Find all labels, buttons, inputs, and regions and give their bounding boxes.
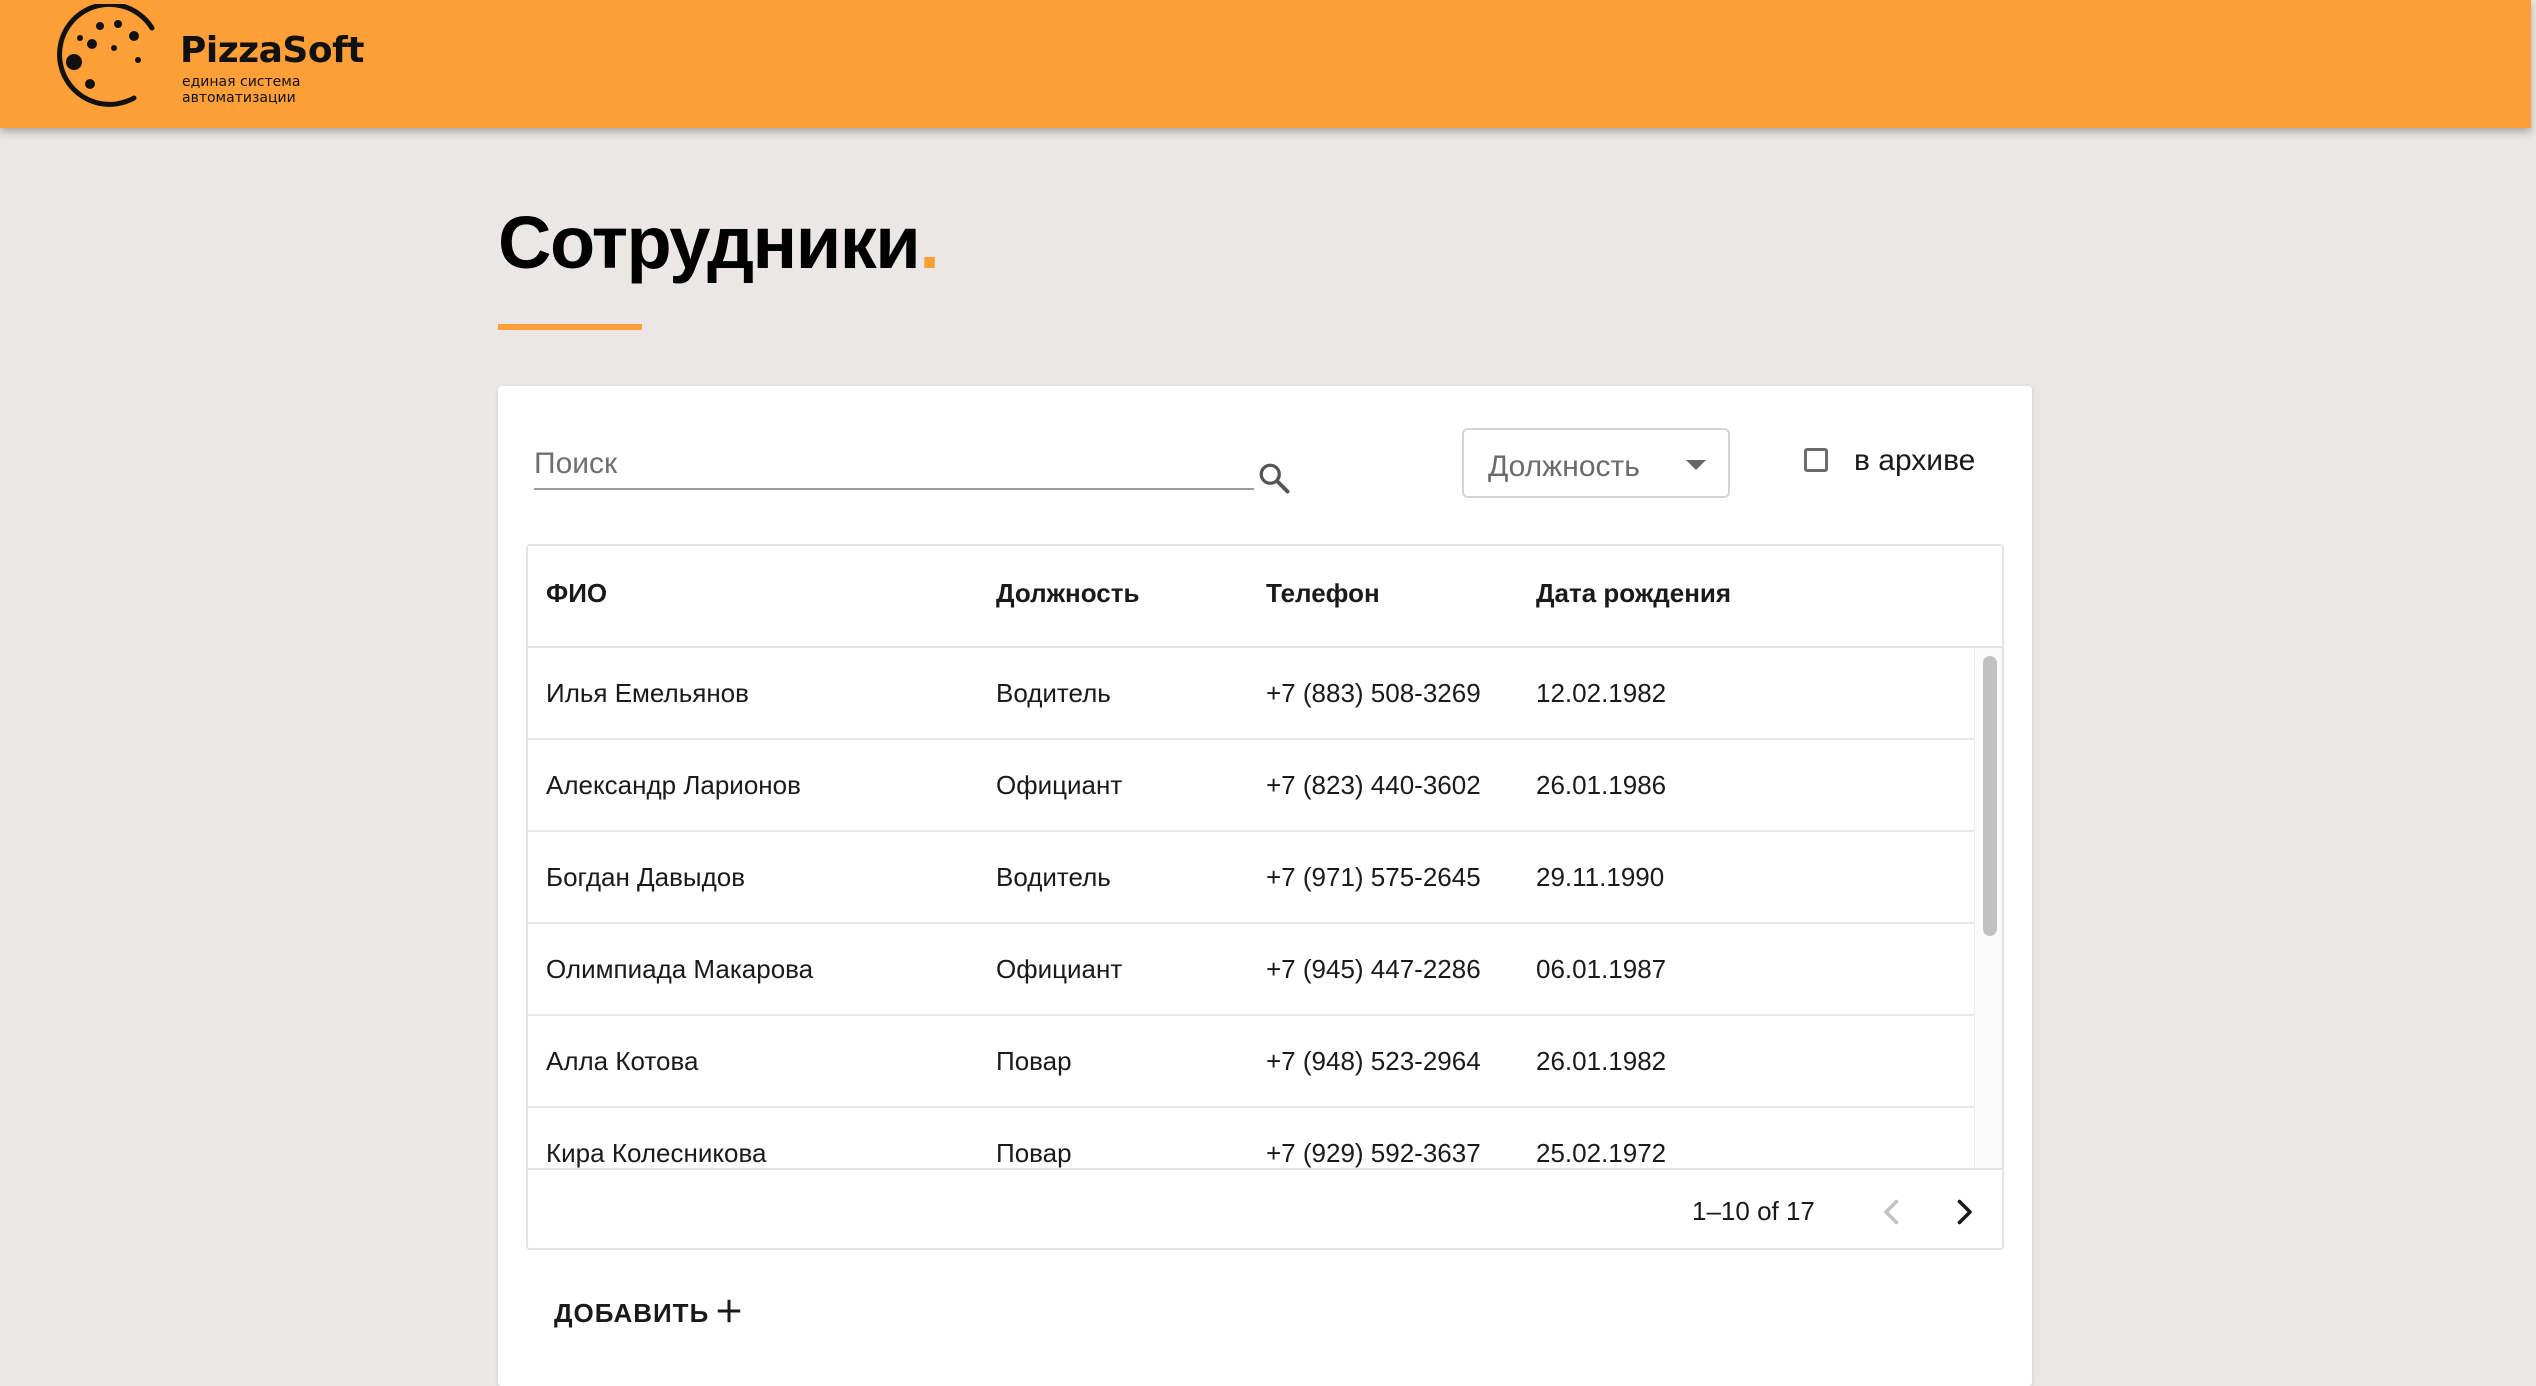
- cell-birthdate: 26.01.1986: [1536, 770, 1667, 800]
- table-row[interactable]: Александр Ларионов Официант +7 (823) 440…: [528, 740, 1974, 832]
- page-title: Сотрудники.: [498, 200, 940, 285]
- table-row[interactable]: Олимпиада Макарова Официант +7 (945) 447…: [528, 924, 1974, 1016]
- brand-tagline-line1: единая система: [182, 74, 301, 90]
- chevron-right-icon[interactable]: [1946, 1194, 1982, 1230]
- cell-phone: +7 (929) 592-3637: [1266, 1138, 1481, 1168]
- brand-tagline-line2: автоматизации: [182, 90, 296, 106]
- cell-name: Олимпиада Макарова: [546, 954, 814, 984]
- pizza-logo-icon[interactable]: [52, 4, 170, 114]
- cell-position: Официант: [996, 954, 1123, 984]
- cell-phone: +7 (948) 523-2964: [1266, 1046, 1481, 1076]
- cell-birthdate: 25.02.1972: [1536, 1138, 1667, 1168]
- cell-phone: +7 (883) 508-3269: [1266, 678, 1481, 708]
- employees-card: Должность в архиве ФИО Должность Телефон…: [498, 386, 2032, 1386]
- table-header: ФИО Должность Телефон Дата рождения: [528, 546, 2002, 648]
- search-icon[interactable]: [1256, 460, 1292, 496]
- cell-name: Александр Ларионов: [546, 770, 801, 800]
- cell-phone: +7 (971) 575-2645: [1266, 862, 1481, 892]
- plus-icon: [717, 1299, 741, 1323]
- table-scrollbar[interactable]: [1974, 648, 2002, 1168]
- column-header-position[interactable]: Должность: [996, 578, 1139, 609]
- table-row[interactable]: Богдан Давыдов Водитель +7 (971) 575-264…: [528, 832, 1974, 924]
- table-body[interactable]: Илья Емельянов Водитель +7 (883) 508-326…: [528, 648, 1974, 1168]
- brand-tagline: единая система автоматизации: [182, 74, 382, 106]
- employees-table: ФИО Должность Телефон Дата рождения Илья…: [526, 544, 2004, 1250]
- cell-phone: +7 (945) 447-2286: [1266, 954, 1481, 984]
- cell-position: Официант: [996, 770, 1123, 800]
- table-row[interactable]: Алла Котова Повар +7 (948) 523-2964 26.0…: [528, 1016, 1974, 1108]
- column-header-phone[interactable]: Телефон: [1266, 578, 1380, 609]
- cell-position: Водитель: [996, 862, 1111, 892]
- cell-birthdate: 12.02.1982: [1536, 678, 1667, 708]
- cell-name: Илья Емельянов: [546, 678, 749, 708]
- brand-name: PizzaSoft: [180, 30, 364, 71]
- caret-down-icon: [1686, 460, 1706, 470]
- table-pagination: 1–10 of 17: [528, 1168, 2002, 1248]
- cell-name: Алла Котова: [546, 1046, 699, 1076]
- position-select[interactable]: Должность: [1462, 428, 1730, 498]
- title-underline: [498, 324, 642, 330]
- cell-name: Богдан Давыдов: [546, 862, 746, 892]
- app-header: PizzaSoft единая система автоматизации: [0, 0, 2531, 128]
- cell-birthdate: 26.01.1982: [1536, 1046, 1667, 1076]
- search-input[interactable]: [534, 442, 1234, 486]
- add-button-label: ДОБАВИТЬ: [554, 1298, 710, 1328]
- table-row[interactable]: Илья Емельянов Водитель +7 (883) 508-326…: [528, 648, 1974, 740]
- position-select-label: Должность: [1488, 450, 1640, 483]
- pagination-info: 1–10 of 17: [1692, 1196, 1815, 1226]
- search-field[interactable]: [534, 442, 1254, 490]
- archive-label: в архиве: [1854, 444, 1976, 477]
- column-header-name[interactable]: ФИО: [546, 578, 607, 609]
- cell-birthdate: 06.01.1987: [1536, 954, 1667, 984]
- cell-position: Повар: [996, 1138, 1072, 1168]
- chevron-left-icon[interactable]: [1874, 1194, 1910, 1230]
- column-header-birthdate[interactable]: Дата рождения: [1536, 578, 1731, 609]
- page-title-text: Сотрудники: [498, 201, 921, 284]
- cell-phone: +7 (823) 440-3602: [1266, 770, 1481, 800]
- cell-position: Водитель: [996, 678, 1111, 708]
- page-title-dot: .: [919, 201, 940, 284]
- scrollbar-thumb[interactable]: [1983, 656, 1997, 936]
- cell-birthdate: 29.11.1990: [1536, 862, 1665, 892]
- checkbox-icon[interactable]: [1804, 448, 1828, 472]
- cell-position: Повар: [996, 1046, 1072, 1076]
- cell-name: Кира Колесникова: [546, 1138, 767, 1168]
- table-row[interactable]: Кира Колесникова Повар +7 (929) 592-3637…: [528, 1108, 1974, 1168]
